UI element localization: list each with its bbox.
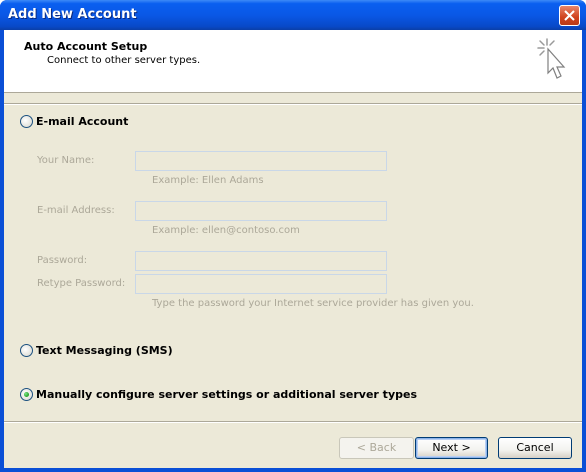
password-hint: Type the password your Internet service … <box>152 298 474 309</box>
back-button[interactable]: < Back <box>339 437 414 459</box>
your-name-input[interactable] <box>135 151 387 171</box>
retype-password-label: Retype Password: <box>37 278 126 289</box>
page-title: Auto Account Setup <box>24 40 148 53</box>
page-subtitle: Connect to other server types. <box>47 55 201 66</box>
cancel-button[interactable]: Cancel <box>498 437 572 459</box>
manual-config-radio[interactable] <box>20 388 33 401</box>
manual-config-option[interactable]: Manually configure server settings or ad… <box>20 388 417 401</box>
title-bar[interactable]: Add New Account <box>0 0 586 30</box>
email-address-label: E-mail Address: <box>37 205 115 216</box>
footer-separator <box>4 421 582 423</box>
close-icon <box>564 10 575 21</box>
close-button[interactable] <box>559 5 580 26</box>
email-account-option[interactable]: E-mail Account <box>20 115 128 128</box>
window-title: Add New Account <box>8 7 137 22</box>
password-label: Password: <box>37 255 88 266</box>
your-name-hint: Example: Ellen Adams <box>152 175 264 186</box>
add-new-account-window: Add New Account Auto Account Setup Conne… <box>0 0 586 472</box>
wizard-header: Auto Account Setup Connect to other serv… <box>4 30 582 93</box>
sms-radio[interactable] <box>20 344 33 357</box>
your-name-label: Your Name: <box>37 155 95 166</box>
next-button[interactable]: Next > <box>415 437 488 459</box>
retype-password-input[interactable] <box>135 274 387 294</box>
manual-config-label: Manually configure server settings or ad… <box>36 388 417 401</box>
sms-option[interactable]: Text Messaging (SMS) <box>20 344 173 357</box>
email-account-label: E-mail Account <box>36 115 129 128</box>
dialog-body: Auto Account Setup Connect to other serv… <box>4 30 582 468</box>
email-address-hint: Example: ellen@contoso.com <box>152 225 300 236</box>
email-address-input[interactable] <box>135 201 387 221</box>
cursor-click-icon <box>537 38 566 79</box>
sms-label: Text Messaging (SMS) <box>36 344 173 357</box>
header-separator <box>4 103 582 105</box>
email-account-radio[interactable] <box>20 115 33 128</box>
password-input[interactable] <box>135 251 387 271</box>
